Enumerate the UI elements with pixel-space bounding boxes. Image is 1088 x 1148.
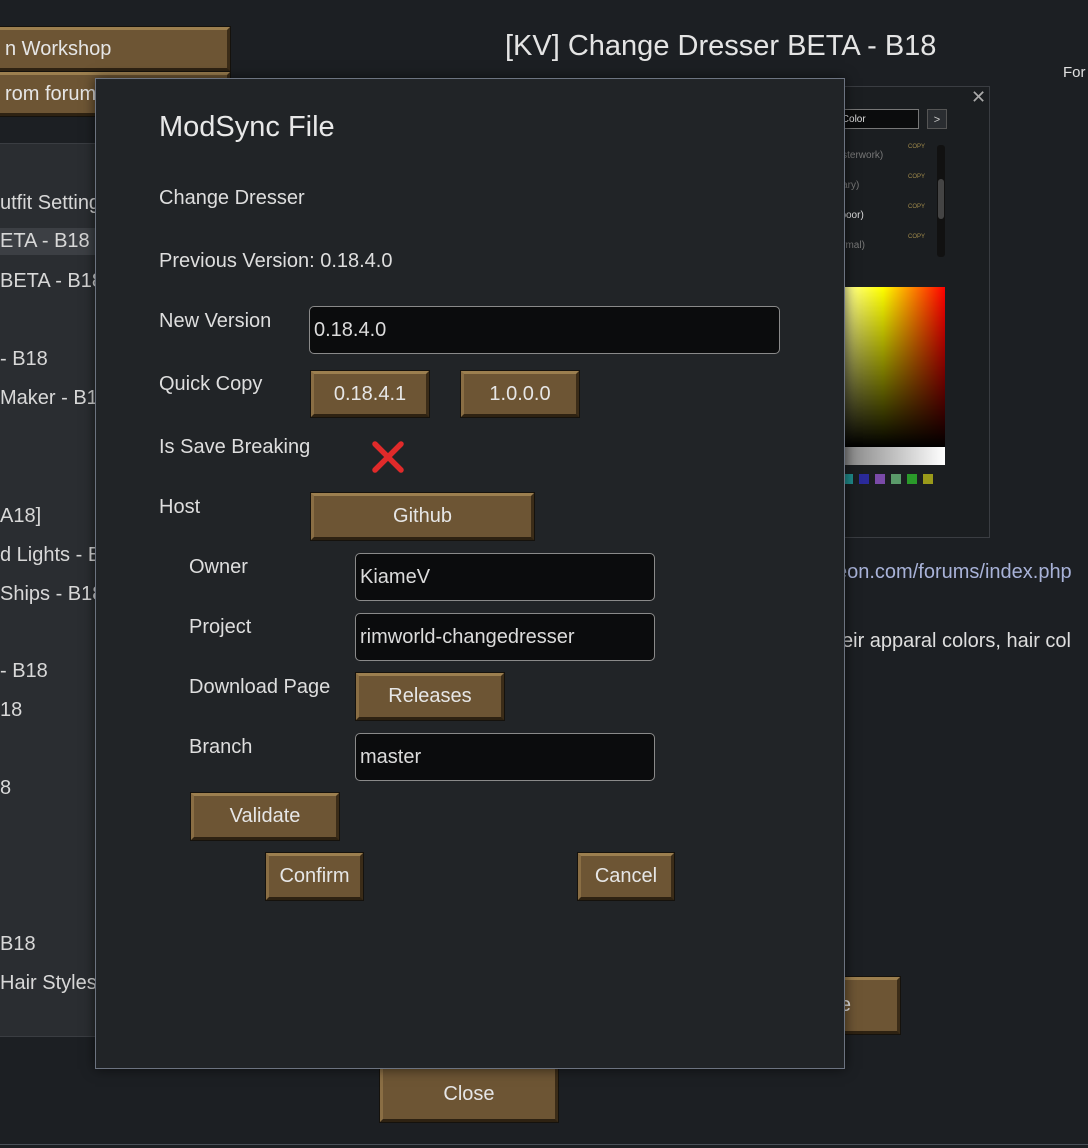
download-page-label: Download Page — [189, 676, 331, 698]
copy-button[interactable]: COPY — [908, 204, 925, 210]
cancel-button[interactable]: Cancel — [577, 852, 675, 901]
list-item[interactable]: d Lights - B — [0, 544, 100, 567]
save-breaking-label: Is Save Breaking — [159, 436, 311, 458]
owner-label: Owner — [189, 556, 248, 578]
branch-input[interactable]: master — [355, 733, 655, 781]
list-item[interactable]: 18 — [0, 699, 22, 722]
list-item[interactable]: - B18 — [0, 660, 48, 683]
copy-button[interactable]: COPY — [908, 144, 925, 150]
list-item[interactable]: - B18 — [0, 348, 48, 371]
list-item[interactable]: B18 — [0, 933, 36, 956]
copy-button[interactable]: COPY — [908, 174, 925, 180]
list-item[interactable]: Ships - B18 — [0, 583, 100, 606]
mod-name: Change Dresser — [159, 187, 305, 209]
previous-version: Previous Version: 0.18.4.0 — [159, 250, 393, 272]
host-select-button[interactable]: Github — [310, 492, 535, 541]
modsync-dialog: ModSync File Change Dresser Previous Ver… — [95, 78, 845, 1069]
project-input[interactable]: rimworld-changedresser — [355, 613, 655, 661]
top-right-text: For — [1063, 64, 1086, 81]
list-item-selected[interactable]: ETA - B18 — [0, 228, 100, 255]
dialog-title: ModSync File — [159, 111, 335, 143]
workshop-button[interactable]: n Workshop — [0, 26, 231, 72]
list-item[interactable]: Maker - B18 — [0, 387, 100, 410]
mod-description: eir apparal colors, hair col — [842, 630, 1071, 652]
color-swatch[interactable] — [891, 474, 901, 484]
validate-button[interactable]: Validate — [190, 792, 340, 841]
scrollbar[interactable] — [937, 145, 945, 257]
new-version-input[interactable]: 0.18.4.0 — [309, 306, 780, 354]
download-page-button[interactable]: Releases — [355, 672, 505, 721]
new-version-label: New Version — [159, 310, 272, 332]
list-item[interactable]: Hair Styles — [0, 972, 97, 995]
mod-list[interactable]: utfit Setting ETA - B18 BETA - B18 - B18… — [0, 143, 101, 1037]
color-swatch[interactable] — [875, 474, 885, 484]
save-breaking-toggle[interactable] — [370, 439, 406, 475]
swatch-row — [843, 474, 933, 484]
host-label: Host — [159, 496, 201, 518]
forum-link[interactable]: eon.com/forums/index.php — [836, 561, 1072, 584]
mod-title: [KV] Change Dresser BETA - B18 — [505, 30, 937, 62]
copy-button[interactable]: COPY — [908, 234, 925, 240]
list-item[interactable]: 8 — [0, 777, 11, 800]
color-swatch[interactable] — [907, 474, 917, 484]
owner-input[interactable]: KiameV — [355, 553, 655, 601]
quick-copy-button[interactable]: 0.18.4.1 — [310, 370, 430, 418]
bottom-divider — [0, 1144, 1088, 1145]
confirm-button[interactable]: Confirm — [265, 852, 364, 901]
project-label: Project — [189, 616, 252, 638]
quick-copy-label: Quick Copy — [159, 373, 263, 395]
close-button[interactable]: Close — [379, 1065, 559, 1123]
close-icon[interactable]: ✕ — [971, 87, 986, 108]
list-item[interactable]: utfit Setting — [0, 192, 100, 215]
color-preview-panel: ✕ elColor > nasterwork) ndary) r (poor) … — [820, 86, 990, 538]
quick-copy-button[interactable]: 1.0.0.0 — [460, 370, 580, 418]
color-swatch[interactable] — [923, 474, 933, 484]
branch-label: Branch — [189, 736, 253, 758]
arrow-button[interactable]: > — [927, 109, 947, 129]
list-item[interactable]: A18] — [0, 505, 41, 528]
x-mark-icon — [372, 441, 404, 473]
color-swatch[interactable] — [859, 474, 869, 484]
list-item[interactable]: BETA - B18 — [0, 270, 100, 293]
